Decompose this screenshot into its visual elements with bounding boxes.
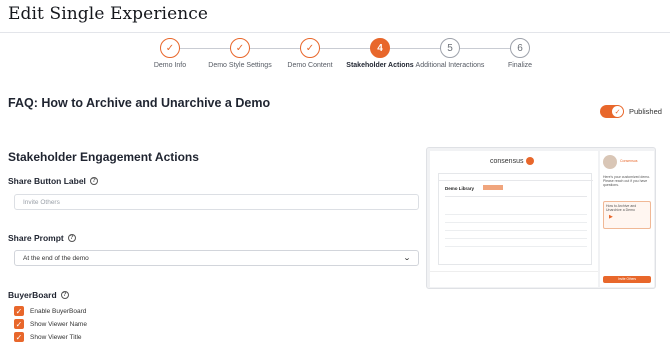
preview-table-row: [445, 230, 587, 231]
step-label: Demo Style Settings: [208, 62, 272, 69]
preview-invite-button: Invite Others: [603, 276, 651, 283]
step-label: Demo Content: [287, 62, 333, 69]
select-value: At the end of the demo: [23, 254, 89, 262]
field-label-text: Share Button Label: [8, 176, 86, 186]
header-divider: [0, 32, 670, 33]
play-icon: ▶: [609, 214, 613, 220]
step-demo-info[interactable]: ✓ Demo Info: [135, 38, 205, 71]
preview-main-pane: consensus Demo Library: [430, 151, 598, 287]
field-label-text: Share Prompt: [8, 233, 64, 243]
check-icon: ✓: [300, 38, 320, 58]
enable-buyerboard-option[interactable]: ✓ Enable BuyerBoard: [14, 306, 86, 316]
share-prompt-heading: Share Prompt ?: [8, 233, 76, 243]
step-label: Demo Info: [153, 62, 187, 69]
step-label: Additional Interactions: [415, 62, 485, 69]
share-button-label-heading: Share Button Label ?: [8, 176, 98, 186]
checkbox-checked-icon[interactable]: ✓: [14, 306, 24, 316]
buyerboard-heading: BuyerBoard ?: [8, 290, 69, 300]
check-icon: ✓: [612, 106, 623, 117]
checkbox-label: Show Viewer Title: [30, 333, 82, 341]
preview-table-row: [445, 214, 587, 215]
preview-card-text: How to Archive and Unarchive a Demo: [606, 204, 637, 213]
step-number: 5: [440, 38, 460, 58]
checkbox-label: Show Viewer Name: [30, 320, 87, 328]
step-number: 6: [510, 38, 530, 58]
faq-link[interactable]: FAQ: How to Archive and Unarchive a Demo: [8, 96, 270, 110]
help-icon[interactable]: ?: [67, 234, 76, 242]
preview-logo: consensus: [490, 157, 535, 165]
checkbox-checked-icon[interactable]: ✓: [14, 319, 24, 329]
avatar: [603, 155, 617, 169]
field-label-text: BuyerBoard: [8, 290, 57, 300]
published-label: Published: [629, 107, 662, 116]
preview-table-row: [445, 246, 587, 247]
preview-heading: Demo Library: [445, 186, 475, 191]
demo-preview: consensus Demo Library Consensus Here's …: [426, 147, 656, 289]
progress-stepper: ✓ Demo Info ✓ Demo Style Settings ✓ Demo…: [135, 38, 555, 82]
preview-greeting: Here's your customized demo. Please reac…: [603, 175, 651, 188]
step-label: Stakeholder Actions: [346, 62, 414, 69]
logo-mark-icon: [526, 157, 535, 165]
preview-topbar-line: [439, 180, 593, 181]
share-prompt-select[interactable]: At the end of the demo ⌄: [14, 250, 419, 266]
preview-video-card: How to Archive and Unarchive a Demo ▶: [603, 201, 651, 229]
check-icon: ✓: [230, 38, 250, 58]
preview-logo-text: consensus: [490, 157, 524, 165]
page-title: Edit Single Experience: [8, 4, 209, 24]
share-button-label-input[interactable]: [14, 194, 419, 210]
preview-orange-tab: [483, 185, 503, 190]
preview-screen: Demo Library: [438, 173, 593, 265]
step-finalize[interactable]: 6 Finalize: [485, 38, 555, 71]
step-label: Finalize: [507, 62, 533, 69]
help-icon[interactable]: ?: [89, 177, 98, 185]
help-icon[interactable]: ?: [60, 291, 69, 299]
show-viewer-name-option[interactable]: ✓ Show Viewer Name: [14, 319, 87, 329]
preview-table-row: [445, 238, 587, 239]
checkbox-label: Enable BuyerBoard: [30, 307, 87, 315]
preview-footer: [430, 271, 598, 287]
show-viewer-title-option[interactable]: ✓ Show Viewer Title: [14, 332, 82, 342]
step-additional-interactions[interactable]: 5 Additional Interactions: [415, 38, 485, 71]
published-toggle[interactable]: ✓: [600, 105, 624, 118]
step-demo-style-settings[interactable]: ✓ Demo Style Settings: [205, 38, 275, 71]
preview-side-panel: Consensus Here's your customized demo. P…: [600, 151, 654, 287]
chevron-down-icon: ⌄: [402, 255, 412, 262]
check-icon: ✓: [160, 38, 180, 58]
section-title: Stakeholder Engagement Actions: [8, 150, 199, 164]
step-stakeholder-actions[interactable]: 4 Stakeholder Actions: [345, 38, 415, 71]
step-number: 4: [370, 38, 390, 58]
preview-side-name: Consensus: [620, 159, 638, 163]
checkbox-checked-icon[interactable]: ✓: [14, 332, 24, 342]
preview-table-row: [445, 222, 587, 223]
preview-tabs-line: [445, 196, 587, 197]
step-demo-content[interactable]: ✓ Demo Content: [275, 38, 345, 71]
